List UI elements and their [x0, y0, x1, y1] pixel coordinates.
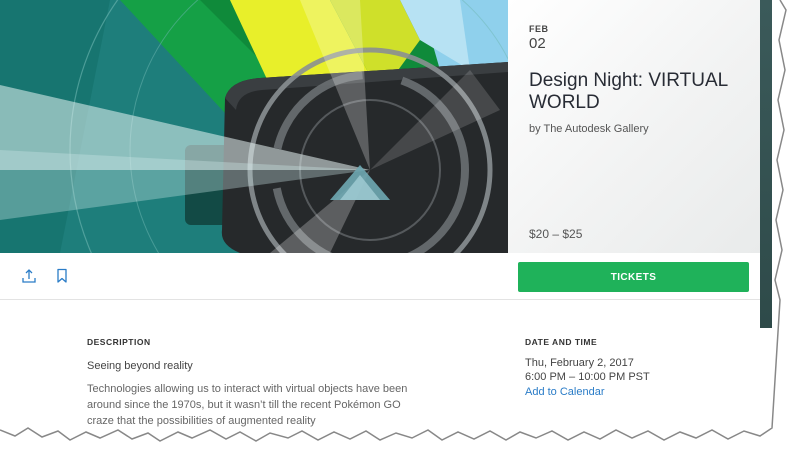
event-hero-image [0, 0, 508, 253]
save-button[interactable] [53, 267, 71, 285]
add-to-calendar-link[interactable]: Add to Calendar [525, 386, 605, 398]
event-page: FEB 02 Design Night: VIRTUAL WORLD by Th… [0, 0, 760, 436]
description-body: Technologies allowing us to interact wit… [87, 383, 408, 427]
event-organizer[interactable]: by The Autodesk Gallery [529, 123, 649, 135]
event-details: DESCRIPTION Seeing beyond reality Techno… [0, 300, 760, 436]
event-day: 02 [529, 35, 546, 52]
share-button[interactable] [20, 267, 38, 285]
event-summary-card: FEB 02 Design Night: VIRTUAL WORLD by Th… [508, 0, 760, 253]
event-title: Design Night: VIRTUAL WORLD [529, 70, 728, 113]
bookmark-icon [57, 268, 67, 283]
event-month: FEB [529, 24, 549, 34]
event-time: 6:00 PM – 10:00 PM PST [525, 371, 650, 383]
event-date: Thu, February 2, 2017 [525, 357, 634, 369]
date-time-label: DATE AND TIME [525, 337, 598, 347]
side-gutter [760, 0, 772, 328]
event-action-bar: TICKETS [0, 253, 760, 300]
event-price: $20 – $25 [529, 227, 583, 241]
tickets-button[interactable]: TICKETS [518, 262, 749, 292]
description-label: DESCRIPTION [87, 337, 151, 347]
description-heading: Seeing beyond reality [87, 360, 193, 372]
share-icon [22, 269, 36, 283]
